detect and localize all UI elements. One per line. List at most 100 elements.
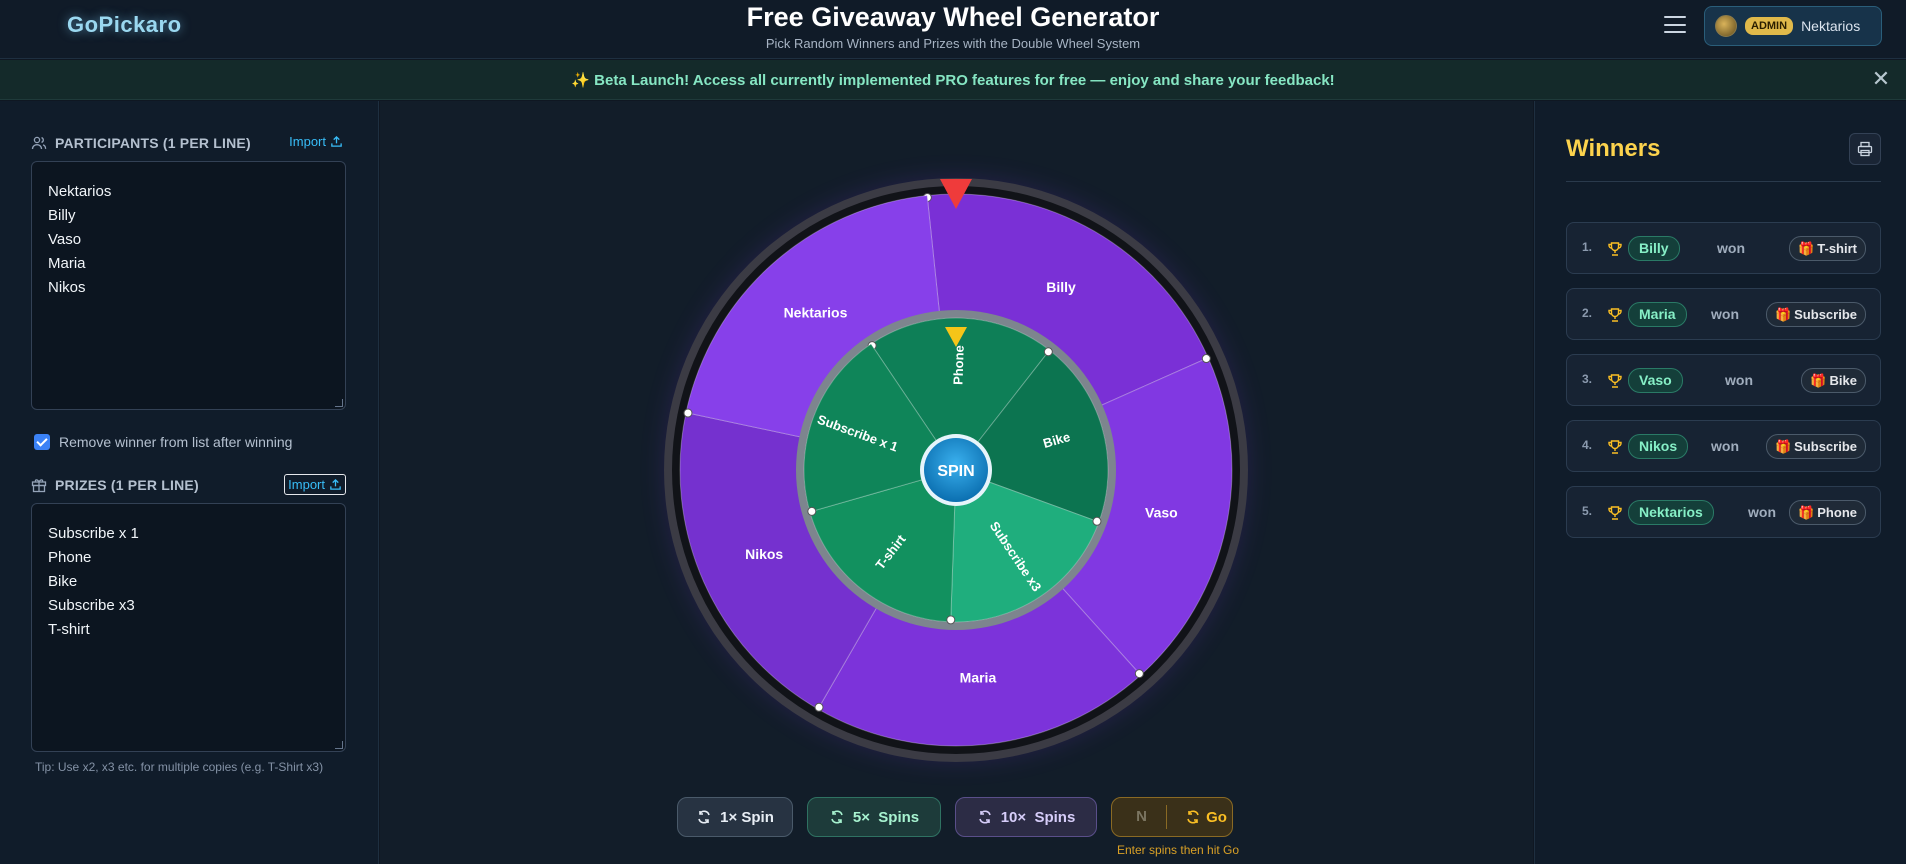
refresh-icon (978, 810, 991, 824)
gift-icon: 🎁 (1810, 373, 1827, 388)
winner-rank: 1. (1582, 240, 1593, 254)
import-participants-button[interactable]: Import (286, 132, 346, 151)
participant-line: Nikos (48, 279, 86, 296)
import-label: Import (289, 134, 326, 149)
title-block: Free Giveaway Wheel Generator Pick Rando… (0, 2, 1906, 51)
outer-segment-label: Nikos (745, 546, 783, 562)
prizes-header: PRIZES (1 PER LINE) Import (31, 474, 346, 495)
prize-name: Bike (1829, 373, 1857, 388)
winner-rank: 2. (1582, 306, 1593, 320)
top-bar: GoPickaro Free Giveaway Wheel Generator … (0, 0, 1906, 59)
participant-line: Nektarios (48, 183, 112, 200)
winner-name-badge: Billy (1628, 236, 1680, 261)
inner-peg (807, 506, 817, 516)
winner-row: 2. Maria won 🎁 Subscribe (1566, 288, 1881, 340)
outer-segment-label: Billy (1046, 279, 1076, 295)
outer-segment-label: Maria (960, 670, 997, 686)
user-menu-button[interactable]: ADMIN Nektarios (1704, 6, 1882, 46)
inner-peg (1092, 516, 1102, 526)
prize-line: T-shirt (48, 621, 90, 638)
upload-icon (331, 135, 342, 147)
outer-segment-label: Nektarios (784, 305, 848, 321)
wheel-stage: Billy Vaso Maria Nikos Nektarios Phone Bike Su… (380, 101, 1533, 864)
close-icon[interactable]: ✕ (1870, 68, 1892, 90)
import-label: Import (288, 477, 325, 492)
participants-label: PARTICIPANTS (1 PER LINE) (55, 135, 251, 151)
spin-10x-button[interactable]: 10× Spins (955, 797, 1097, 837)
custom-go-button[interactable]: Go (1175, 809, 1227, 826)
winner-row: 1. Billy won 🎁 T-shirt (1566, 222, 1881, 274)
trophy-icon (1608, 242, 1622, 256)
winner-row: 5. Nektarios won 🎁 Phone (1566, 486, 1881, 538)
prizes-textarea[interactable]: Subscribe x 1 Phone Bike Subscribe x3 T-… (31, 503, 346, 752)
won-text: won (1717, 240, 1745, 256)
prize-badge: 🎁 Bike (1801, 368, 1866, 393)
gift-icon: 🎁 (1798, 241, 1815, 256)
remove-winner-checkbox[interactable] (34, 434, 50, 450)
outer-peg (1201, 354, 1211, 364)
prize-name: Phone (1817, 505, 1857, 520)
prize-name: Subscribe (1794, 439, 1857, 454)
refresh-icon (698, 810, 710, 824)
winner-rank: 4. (1582, 438, 1593, 452)
prize-badge: 🎁 Subscribe (1765, 302, 1866, 327)
import-prizes-button[interactable]: Import (284, 474, 346, 495)
winner-row: 3. Vaso won 🎁 Bike (1566, 354, 1881, 406)
trophy-icon (1608, 440, 1622, 454)
participants-header: PARTICIPANTS (1 PER LINE) Import (31, 133, 346, 153)
prize-line: Subscribe x 1 (48, 525, 139, 542)
trophy-icon (1608, 308, 1622, 322)
prize-name: Subscribe (1794, 307, 1857, 322)
winners-panel: Winners 1. Billy won 🎁 T-shirt 2. Maria won 🎁 Sub… (1534, 101, 1906, 864)
participant-line: Maria (48, 255, 86, 272)
double-wheel[interactable]: BillyVasoMariaNikosNektarios PhoneBikeSu… (380, 101, 1533, 864)
printer-icon (1857, 141, 1873, 157)
gift-icon: 🎁 (1774, 439, 1792, 454)
spin-1x-label: 1× Spin (720, 808, 774, 826)
avatar (1715, 15, 1737, 37)
upload-icon (330, 478, 341, 490)
gift-icon: 🎁 (1798, 505, 1815, 520)
remove-winner-label: Remove winner from list after winning (59, 434, 293, 450)
refresh-icon (831, 810, 843, 824)
spin-label: SPIN (937, 463, 974, 480)
spin-controls: 1× Spin 5× Spins 10× Spins N Go (677, 797, 1233, 837)
won-text: won (1711, 438, 1739, 454)
winner-rank: 5. (1582, 504, 1593, 518)
divider (1566, 181, 1881, 182)
menu-icon[interactable] (1664, 16, 1686, 33)
banner-text: ✨ Beta Launch! Access all currently impl… (571, 71, 1335, 89)
page-subtitle: Pick Random Winners and Prizes with the … (765, 36, 1141, 51)
trophy-icon (1608, 374, 1622, 388)
winner-name-badge: Maria (1628, 302, 1687, 327)
inner-peg (946, 615, 956, 625)
winner-name-badge: Nektarios (1628, 500, 1714, 525)
outer-segment-label: Vaso (1145, 504, 1178, 520)
spin-1x-button[interactable]: 1× Spin (677, 797, 793, 837)
participants-textarea[interactable]: Nektarios Billy Vaso Maria Nikos (31, 161, 346, 410)
winner-rank: 3. (1582, 372, 1593, 386)
refresh-icon (1187, 810, 1199, 824)
users-icon (31, 136, 47, 150)
spin-hint: Enter spins then hit Go (1117, 843, 1240, 857)
custom-spins-input[interactable]: N (1117, 805, 1168, 829)
prizes-tip: Tip: Use x2, x3 etc. for multiple copies… (35, 760, 324, 774)
resize-handle[interactable] (335, 741, 343, 749)
prize-badge: 🎁 Phone (1789, 500, 1866, 525)
participant-line: Billy (48, 207, 76, 224)
beta-banner: ✨ Beta Launch! Access all currently impl… (0, 60, 1906, 100)
prize-name: T-shirt (1817, 241, 1857, 256)
resize-handle[interactable] (335, 399, 343, 407)
remove-winner-option[interactable]: Remove winner from list after winning (34, 434, 292, 450)
trophy-icon (1608, 506, 1622, 520)
spin-5x-button[interactable]: 5× Spins (807, 797, 941, 837)
prize-line: Bike (48, 573, 78, 590)
print-button[interactable] (1849, 133, 1881, 165)
admin-badge: ADMIN (1745, 17, 1794, 35)
gift-icon: 🎁 (1774, 307, 1792, 322)
outer-peg (1134, 669, 1144, 679)
input-panel: PARTICIPANTS (1 PER LINE) Import Nektari… (0, 101, 379, 864)
winner-name-badge: Nikos (1628, 434, 1689, 459)
outer-peg (814, 702, 824, 712)
winner-row: 4. Nikos won 🎁 Subscribe (1566, 420, 1881, 472)
